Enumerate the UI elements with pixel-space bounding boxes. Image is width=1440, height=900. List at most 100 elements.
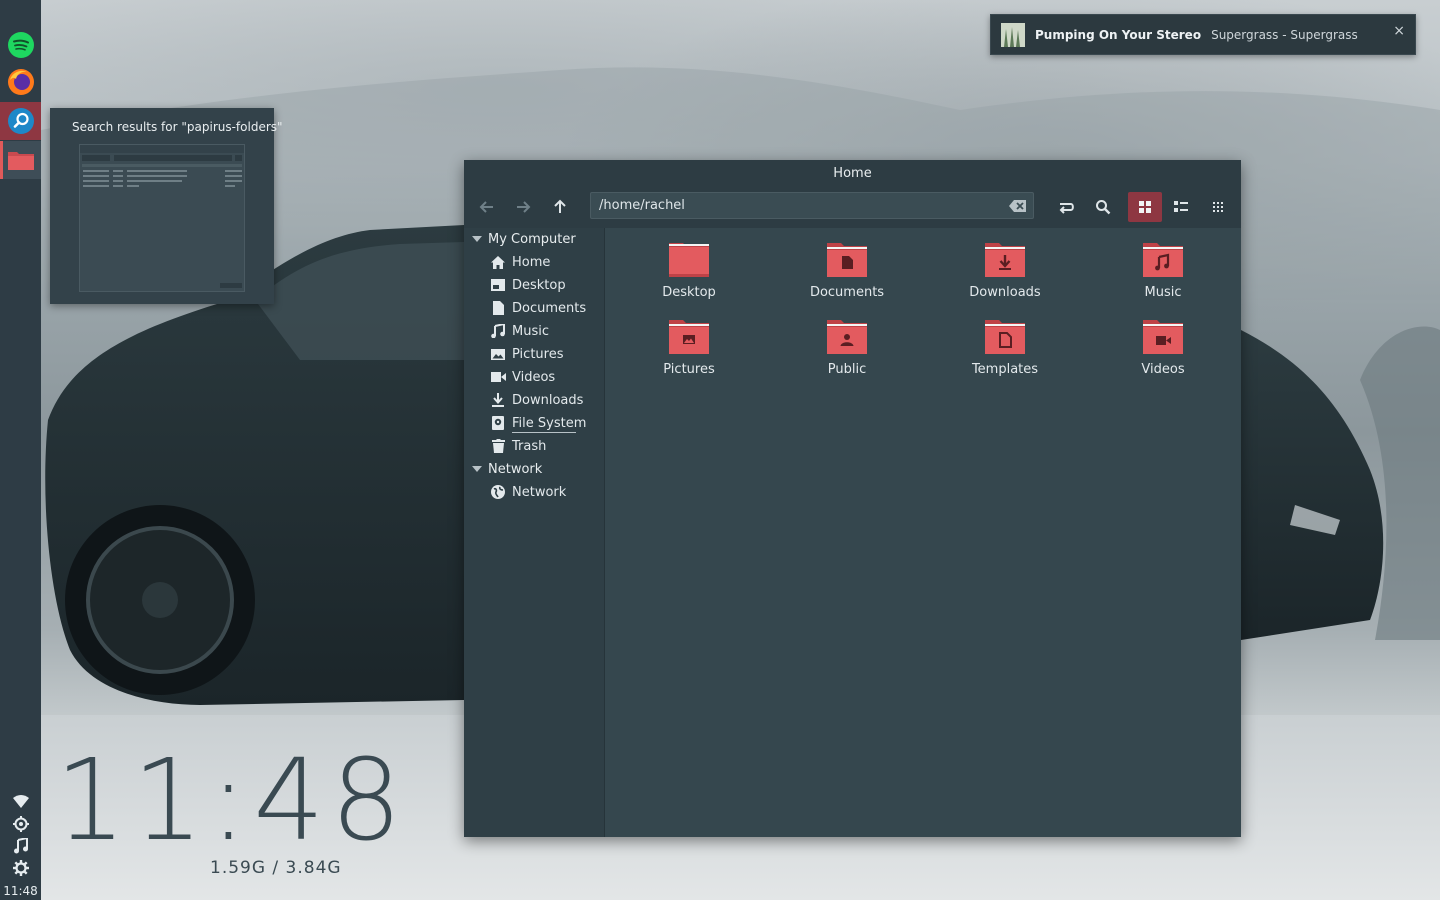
notification-body: Supergrass - Supergrass (1211, 27, 1358, 42)
places-sidebar: My Computer Home Desktop Documents Music (464, 228, 605, 837)
forward-button[interactable] (506, 192, 540, 222)
expand-triangle-icon (472, 466, 482, 472)
trash-icon (490, 438, 506, 454)
wifi-icon (12, 795, 29, 808)
search-button[interactable] (1086, 192, 1120, 222)
memory-usage: 1.59G / 3.84G (210, 858, 342, 878)
expand-triangle-icon (472, 236, 482, 242)
icon-view-button[interactable] (1128, 192, 1162, 222)
sidebar-item-label: Documents (512, 300, 587, 316)
sidebar-item-label: File System (512, 415, 587, 431)
sidebar-item-label: Videos (512, 369, 556, 385)
folder-templates-icon (985, 320, 1025, 354)
forward-icon (517, 201, 531, 213)
compact-view-button[interactable] (1201, 192, 1235, 222)
file-manager-icon (7, 152, 34, 170)
search-icon (1096, 200, 1111, 215)
sidebar-item-trash[interactable]: Trash (490, 436, 546, 456)
window-preview[interactable]: Search results for "papirus-folders" (50, 108, 283, 304)
folder-pictures-icon (669, 320, 709, 354)
folder-desktop[interactable]: Desktop (634, 241, 744, 313)
dock-spotify-launcher[interactable] (0, 26, 41, 64)
up-button[interactable] (543, 192, 577, 222)
window-title: Home (833, 166, 872, 181)
dock-wifi[interactable] (0, 792, 41, 812)
sidebar-item-label: Downloads (512, 392, 584, 408)
folder-videos-icon (1143, 320, 1183, 354)
sidebar-item-desktop[interactable]: Desktop (490, 275, 566, 295)
folder-music[interactable]: Music (1108, 241, 1218, 313)
folder-documents[interactable]: Documents (792, 241, 902, 313)
preview-thumbnail-image (80, 145, 244, 288)
icon-view[interactable]: Desktop Documents Downloads Music Pictur… (605, 228, 1241, 837)
home-icon (490, 254, 506, 270)
back-button[interactable] (470, 192, 504, 222)
sidebar-item-music[interactable]: Music (490, 321, 549, 341)
network-icon (490, 484, 506, 500)
sidebar-item-label: Network (512, 484, 567, 500)
clear-path-icon[interactable] (1009, 199, 1027, 213)
folder-label: Music (1144, 285, 1182, 300)
dock-clock[interactable]: 11:48 (0, 884, 41, 898)
sidebar-section-network[interactable]: Network (472, 459, 542, 479)
brightness-icon (12, 816, 29, 832)
notification-title: Pumping On Your Stereo (1035, 27, 1202, 42)
folder-public[interactable]: Public (792, 318, 902, 390)
icon-view-icon (1139, 201, 1151, 213)
folder-label: Documents (809, 285, 885, 300)
file-system-usage-bar (512, 432, 576, 433)
folder-public-icon (827, 320, 867, 354)
folder-label: Public (827, 362, 867, 377)
folder-desktop-icon (669, 243, 709, 277)
location-bar[interactable]: /home/rachel (590, 192, 1034, 219)
search-app-icon (7, 108, 34, 134)
sidebar-item-downloads[interactable]: Downloads (490, 390, 583, 410)
back-icon (479, 201, 493, 213)
sidebar-item-home[interactable]: Home (490, 252, 550, 272)
download-icon (490, 392, 506, 408)
toggle-location-button[interactable] (1049, 192, 1083, 222)
sidebar-section-my-computer[interactable]: My Computer (472, 229, 576, 249)
album-art (1001, 22, 1025, 47)
sidebar-item-network[interactable]: Network (490, 482, 566, 502)
window-titlebar[interactable]: Home (464, 160, 1241, 188)
folder-downloads[interactable]: Downloads (950, 241, 1060, 313)
sidebar-item-file-system[interactable]: File System (490, 413, 586, 433)
folder-label: Desktop (662, 285, 716, 300)
folder-videos[interactable]: Videos (1108, 318, 1218, 390)
notification-close-button[interactable]: × (1393, 23, 1405, 39)
folder-downloads-icon (985, 243, 1025, 277)
sidebar-item-label: Pictures (512, 346, 564, 362)
folder-music-icon (1143, 243, 1183, 277)
dock-search-launcher[interactable] (0, 102, 41, 140)
sidebar-item-pictures[interactable]: Pictures (490, 344, 563, 364)
dock-settings[interactable] (0, 858, 41, 878)
dock-brightness[interactable] (0, 814, 41, 834)
list-view-button[interactable] (1164, 192, 1198, 222)
compact-view-icon (1213, 202, 1223, 212)
music-icon (490, 323, 506, 339)
folder-label: Videos (1141, 362, 1185, 377)
folder-documents-icon (827, 243, 867, 277)
folder-templates[interactable]: Templates (950, 318, 1060, 390)
dock-firefox-launcher[interactable] (0, 63, 41, 101)
video-icon (490, 369, 506, 385)
sidebar-item-label: Home (512, 254, 551, 270)
file-manager-window[interactable]: Home /home/rachel My Computer Home Deskt… (464, 160, 1241, 837)
desktop-clock: 11:48 (55, 736, 408, 866)
dock-file-manager-launcher[interactable] (0, 141, 41, 179)
spotify-icon (7, 32, 34, 58)
desktop-icon (490, 277, 506, 293)
music-note-icon (13, 838, 28, 854)
sidebar-item-documents[interactable]: Documents (490, 298, 586, 318)
sidebar-item-label: Desktop (512, 277, 566, 293)
preview-title: Search results for "papirus-folders" (72, 120, 283, 134)
picture-icon (490, 346, 506, 362)
music-notification[interactable]: Pumping On Your Stereo Supergrass - Supe… (990, 14, 1416, 55)
sidebar-item-videos[interactable]: Videos (490, 367, 555, 387)
list-view-icon (1174, 201, 1188, 212)
dock-music[interactable] (0, 836, 41, 856)
folder-pictures[interactable]: Pictures (634, 318, 744, 390)
document-icon (490, 300, 506, 316)
location-path[interactable]: /home/rachel (599, 198, 685, 213)
